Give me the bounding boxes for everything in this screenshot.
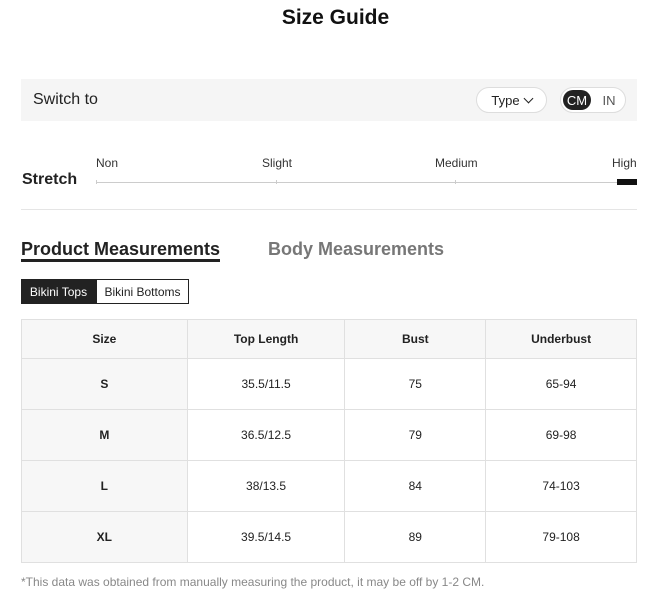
table-row: XL 39.5/14.5 89 79-108 bbox=[21, 511, 637, 563]
stretch-level-medium: Medium bbox=[435, 156, 478, 170]
table-cell: 65-94 bbox=[485, 358, 637, 410]
unit-cm-button[interactable]: CM bbox=[563, 90, 591, 110]
table-cell: 36.5/12.5 bbox=[186, 409, 346, 461]
stretch-scale-line bbox=[96, 182, 633, 183]
subtab-bikini-tops[interactable]: Bikini Tops bbox=[21, 279, 96, 304]
column-header-underbust: Underbust bbox=[485, 319, 637, 359]
table-cell: 79 bbox=[344, 409, 487, 461]
stretch-label: Stretch bbox=[22, 171, 78, 188]
table-cell: 75 bbox=[344, 358, 487, 410]
table-cell: 69-98 bbox=[485, 409, 637, 461]
table-cell: 35.5/11.5 bbox=[186, 358, 346, 410]
table-cell: 74-103 bbox=[485, 460, 637, 512]
table-row: S 35.5/11.5 75 65-94 bbox=[21, 358, 637, 410]
table-header-row: Size Top Length Bust Underbust bbox=[21, 319, 637, 359]
tab-body-measurements[interactable]: Body Measurements bbox=[268, 239, 444, 260]
unit-in-button[interactable]: IN bbox=[595, 90, 623, 110]
column-header-bust: Bust bbox=[344, 319, 487, 359]
table-row: M 36.5/12.5 79 69-98 bbox=[21, 409, 637, 461]
switch-to-label: Switch to bbox=[33, 91, 98, 108]
size-cell: M bbox=[21, 409, 188, 461]
size-cell: L bbox=[21, 460, 188, 512]
stretch-level-high: High bbox=[612, 156, 637, 170]
stretch-tick bbox=[276, 180, 277, 184]
active-tab-underline bbox=[21, 259, 220, 262]
table-row: L 38/13.5 84 74-103 bbox=[21, 460, 637, 512]
stretch-level-non: Non bbox=[96, 156, 119, 170]
column-header-size: Size bbox=[21, 319, 188, 359]
measurement-footnote: *This data was obtained from manually me… bbox=[21, 575, 485, 589]
type-dropdown-label: Type bbox=[491, 92, 520, 108]
page-title: Size Guide bbox=[281, 6, 390, 29]
type-dropdown-button[interactable]: Type bbox=[476, 87, 547, 113]
table-cell: 89 bbox=[344, 511, 487, 563]
subtab-bikini-bottoms[interactable]: Bikini Bottoms bbox=[96, 279, 189, 304]
stretch-level-slight: Slight bbox=[262, 156, 293, 170]
column-header-top-length: Top Length bbox=[186, 319, 346, 359]
size-table: Size Top Length Bust Underbust S 35.5/11… bbox=[21, 319, 637, 563]
tab-product-measurements[interactable]: Product Measurements bbox=[21, 239, 220, 260]
size-cell: S bbox=[21, 358, 188, 410]
table-cell: 39.5/14.5 bbox=[186, 511, 346, 563]
stretch-scale: Non Slight Medium High bbox=[96, 156, 637, 186]
unit-toggle: CM IN bbox=[560, 87, 626, 113]
divider bbox=[21, 209, 637, 210]
table-cell: 38/13.5 bbox=[186, 460, 346, 512]
table-cell: 79-108 bbox=[485, 511, 637, 563]
unit-switch-bar: Switch to Type CM IN bbox=[21, 79, 637, 121]
stretch-tick bbox=[455, 180, 456, 184]
stretch-selected-marker bbox=[617, 179, 637, 185]
chevron-down-icon bbox=[523, 93, 534, 103]
table-cell: 84 bbox=[344, 460, 487, 512]
stretch-tick bbox=[96, 180, 97, 184]
size-cell: XL bbox=[21, 511, 188, 563]
